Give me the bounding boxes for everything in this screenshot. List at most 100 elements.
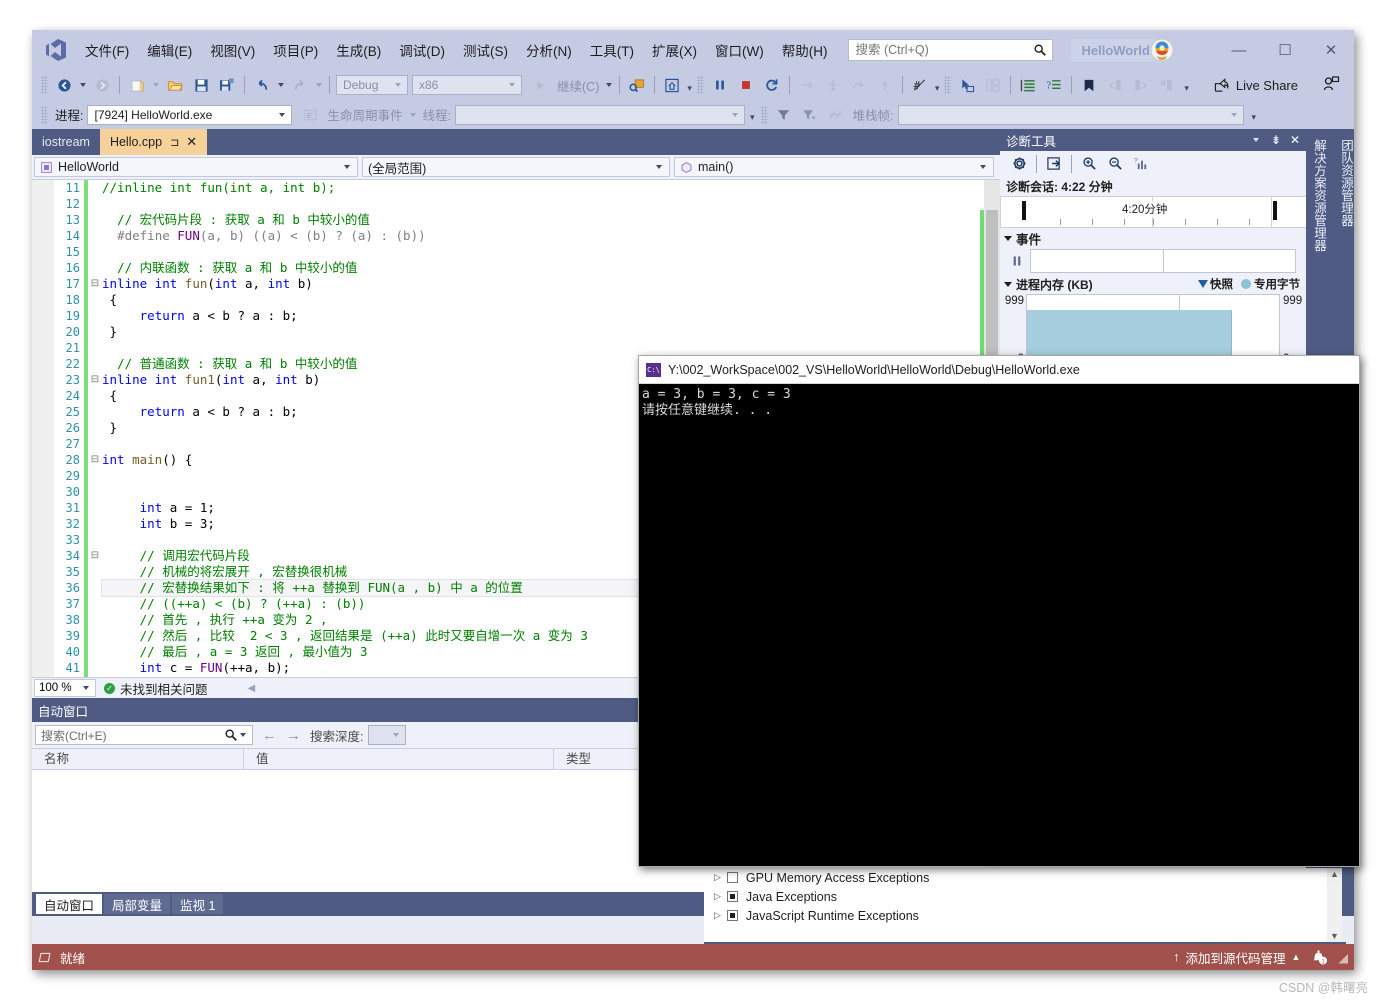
- process-dropdown-icon[interactable]: [279, 112, 286, 117]
- fold-toggle-icon[interactable]: ⊟: [88, 276, 102, 292]
- filter-modules-button[interactable]: [798, 104, 822, 126]
- toggle-bookmark-button[interactable]: [1077, 74, 1101, 96]
- open-file-button[interactable]: [163, 74, 187, 96]
- show-disassembly-button[interactable]: #: [908, 74, 932, 96]
- chevron-right-icon[interactable]: ▷: [714, 872, 721, 883]
- menu-item-analyze[interactable]: 分析(N): [517, 35, 581, 65]
- toolbar-overflow-icon-e[interactable]: ▾: [1252, 113, 1257, 122]
- lifecycle-events-label[interactable]: 生命周期事件: [327, 105, 402, 124]
- undo-dropdown-icon[interactable]: [278, 83, 284, 87]
- autos-search-box[interactable]: 搜索(Ctrl+E): [35, 725, 253, 745]
- select-element-button[interactable]: [955, 74, 979, 96]
- pin-icon[interactable]: ⇟: [1271, 133, 1281, 147]
- solution-configuration-combo[interactable]: Debug: [336, 75, 408, 95]
- toolbar-grip-2[interactable]: [696, 76, 704, 94]
- scroll-up-icon[interactable]: ▲: [1327, 868, 1342, 879]
- vertical-tab-team-explorer[interactable]: 团队资源管理器: [1334, 133, 1354, 233]
- menu-item-help[interactable]: 帮助(H): [773, 35, 837, 65]
- navbar-project-combo[interactable]: HelloWorld: [34, 157, 358, 177]
- quick-launch-search[interactable]: [848, 39, 1054, 61]
- feedback-button[interactable]: [1323, 75, 1340, 95]
- continue-label[interactable]: 继续(C): [557, 76, 599, 95]
- menu-item-build[interactable]: 生成(B): [327, 35, 390, 65]
- comment-lines-button[interactable]: ?: [1042, 74, 1066, 96]
- close-icon[interactable]: ✕: [1290, 133, 1300, 147]
- lifecycle-events-icon[interactable]: E: [298, 104, 322, 126]
- chevron-right-icon[interactable]: ▷: [714, 910, 721, 921]
- code-line[interactable]: [102, 244, 984, 260]
- code-line[interactable]: return a < b ? a : b;: [102, 308, 984, 324]
- editor-tab-iostream[interactable]: iostream: [32, 129, 100, 155]
- code-folding-gutter[interactable]: ⊟ ⊟ ⊟ ⊟: [88, 180, 102, 677]
- pin-icon[interactable]: ⊐: [170, 136, 179, 149]
- home-snapshot-button[interactable]: [660, 74, 684, 96]
- filter-threads-button[interactable]: [772, 104, 796, 126]
- fold-toggle-icon[interactable]: [88, 180, 102, 196]
- config-dropdown-icon[interactable]: [395, 83, 401, 87]
- close-icon[interactable]: ✕: [186, 134, 197, 150]
- platform-dropdown-icon[interactable]: [509, 83, 515, 87]
- minimize-button[interactable]: —: [1216, 30, 1262, 70]
- navigate-backward-dropdown-icon[interactable]: [80, 83, 86, 87]
- tab-locals[interactable]: 局部变量: [104, 894, 171, 914]
- toolbar-grip-3[interactable]: [944, 76, 952, 94]
- console-output[interactable]: a = 3, b = 3, c = 3 请按任意键继续. . .: [639, 384, 1359, 866]
- exception-checkbox[interactable]: [726, 910, 738, 921]
- code-line[interactable]: [102, 196, 984, 212]
- chevron-up-icon[interactable]: ▲: [1291, 952, 1300, 962]
- autos-col-value[interactable]: 值: [244, 749, 554, 769]
- menu-item-project[interactable]: 项目(P): [264, 35, 327, 65]
- menu-item-extensions[interactable]: 扩展(X): [643, 35, 706, 65]
- scroll-down-icon[interactable]: ▼: [1327, 931, 1342, 941]
- events-section-header[interactable]: 事件: [1000, 228, 1306, 248]
- fold-toggle-icon[interactable]: ⊟: [88, 372, 102, 388]
- panel-menu-icon[interactable]: [1252, 138, 1259, 142]
- console-window[interactable]: C:\ Y:\002_WorkSpace\002_VS\HelloWorld\H…: [638, 355, 1360, 867]
- search-depth-dropdown-icon[interactable]: [393, 733, 400, 737]
- console-title-bar[interactable]: C:\ Y:\002_WorkSpace\002_VS\HelloWorld\H…: [639, 356, 1359, 384]
- search-forward-icon[interactable]: →: [286, 727, 301, 744]
- thread-combo[interactable]: [454, 104, 745, 125]
- navbar-member-dropdown-icon[interactable]: [980, 165, 986, 169]
- attach-process-button[interactable]: [625, 74, 649, 96]
- notifications-button[interactable]: 1: [1310, 948, 1328, 966]
- exception-settings-scrollbar[interactable]: ▲ ▼: [1327, 868, 1342, 942]
- menu-item-test[interactable]: 测试(S): [454, 35, 517, 65]
- solution-platform-combo[interactable]: x86: [412, 75, 522, 95]
- continue-dropdown-icon[interactable]: [606, 83, 613, 87]
- search-input[interactable]: [853, 42, 1034, 58]
- code-line[interactable]: // 内联函数 : 获取 a 和 b 中较小的值: [102, 260, 984, 276]
- navbar-scope-dropdown-icon[interactable]: [656, 165, 662, 169]
- toolbar-overflow-icon-c[interactable]: ▾: [1184, 83, 1189, 92]
- navbar-member-combo[interactable]: main(): [674, 157, 994, 177]
- issue-prev-icon[interactable]: ◀: [248, 683, 256, 694]
- code-line[interactable]: {: [102, 292, 984, 308]
- maximize-button[interactable]: ☐: [1262, 30, 1308, 70]
- stop-debugging-button[interactable]: [734, 74, 758, 96]
- settings-gear-button[interactable]: [1007, 153, 1031, 175]
- search-depth-combo[interactable]: [368, 725, 407, 745]
- zoom-in-button[interactable]: [1077, 153, 1101, 175]
- redo-dropdown-icon[interactable]: [316, 83, 322, 87]
- code-line[interactable]: [102, 340, 984, 356]
- undo-button[interactable]: [250, 74, 274, 96]
- autos-search-dropdown-icon[interactable]: [240, 733, 246, 737]
- fold-toggle-icon[interactable]: ⊟: [88, 452, 102, 468]
- close-button[interactable]: ✕: [1308, 30, 1354, 70]
- exception-checkbox[interactable]: [726, 872, 738, 883]
- new-project-button[interactable]: [125, 74, 149, 96]
- exception-row[interactable]: ▷ GPU Memory Access Exceptions: [704, 868, 1342, 887]
- stackframe-dropdown-icon[interactable]: [1230, 112, 1237, 117]
- zoom-reset-button[interactable]: ?: [1129, 153, 1153, 175]
- break-all-button[interactable]: [708, 74, 732, 96]
- toolbar-grip[interactable]: [41, 76, 48, 94]
- zoom-out-button[interactable]: [1103, 153, 1127, 175]
- editor-zoom-combo[interactable]: 100 %: [34, 679, 96, 697]
- save-button[interactable]: [189, 74, 213, 96]
- lifecycle-dropdown-icon[interactable]: [409, 112, 416, 117]
- resize-grip-icon[interactable]: ◢: [1338, 950, 1348, 965]
- menu-item-window[interactable]: 窗口(W): [706, 35, 773, 65]
- account-avatar[interactable]: [1150, 38, 1174, 62]
- process-combo[interactable]: [7924] HelloWorld.exe: [87, 104, 293, 125]
- process-memory-header[interactable]: 进程内存 (KB) 快照 专用字节: [1000, 274, 1306, 294]
